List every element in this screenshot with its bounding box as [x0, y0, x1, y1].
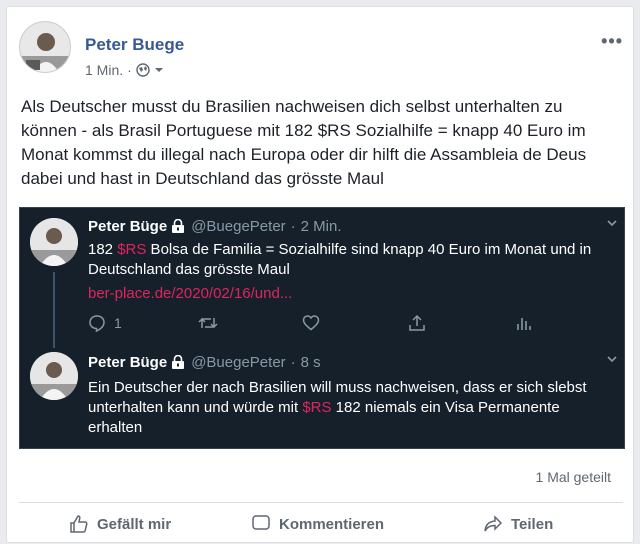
- globe-icon[interactable]: [136, 63, 150, 77]
- tweet-1[interactable]: Peter Büge @BuegePeter · 2 Min. 182 $RS …: [20, 214, 624, 344]
- meta-separator: ·: [127, 62, 132, 78]
- audience-chevron-down-icon[interactable]: [154, 65, 164, 75]
- like-label: Gefällt mir: [97, 515, 172, 533]
- post-text: Als Deutscher musst du Brasilien nachwei…: [21, 97, 587, 188]
- like-button[interactable]: [302, 314, 320, 332]
- share-icon: [409, 314, 425, 331]
- tweet-author-name[interactable]: Peter Büge: [88, 354, 167, 371]
- thumbs-up-icon: [70, 515, 88, 533]
- embedded-tweet-thread[interactable]: Peter Büge @BuegePeter · 2 Min. 182 $RS …: [19, 207, 625, 449]
- share-post-button[interactable]: Teilen: [483, 514, 553, 534]
- reply-icon: [89, 315, 105, 332]
- tweet-text: 182 $RS Bolsa de Familia = Sozialhilfe s…: [88, 240, 616, 280]
- tweet-author-name[interactable]: Peter Büge: [88, 218, 167, 235]
- tweet-separator: ·: [290, 218, 296, 235]
- tweet-header: Peter Büge @BuegePeter · 8 s: [88, 354, 321, 371]
- currency-highlight[interactable]: $RS: [117, 241, 146, 258]
- post-time[interactable]: 1 Min.: [85, 62, 123, 78]
- tweet-handle[interactable]: @BuegePeter: [191, 354, 285, 371]
- heart-icon: [302, 315, 320, 331]
- retweet-button[interactable]: [198, 314, 218, 332]
- comment-button[interactable]: Kommentieren: [251, 514, 384, 534]
- tweet-text-end: Bolsa de Familia = Sozialhilfe sind knap…: [88, 241, 592, 278]
- tweet-chevron-down-icon[interactable]: [606, 352, 618, 368]
- tweet-avatar[interactable]: [30, 218, 78, 266]
- tweet-time[interactable]: 2 Min.: [301, 218, 342, 235]
- avatar[interactable]: [19, 21, 71, 73]
- divider: [19, 502, 623, 503]
- retweet-icon: [198, 317, 218, 329]
- lock-icon: [172, 219, 185, 233]
- tweet-separator: ·: [290, 354, 296, 371]
- currency-highlight[interactable]: $RS: [302, 399, 331, 416]
- tweet-text-start: 182: [88, 241, 118, 258]
- reply-count: 1: [114, 315, 122, 331]
- tweet-chevron-down-icon[interactable]: [606, 216, 618, 232]
- tweet-avatar[interactable]: [30, 352, 78, 400]
- lock-icon: [172, 355, 185, 369]
- tweet-link[interactable]: ber-place.de/2020/02/16/und...: [88, 285, 292, 302]
- avatar-photo-icon: [30, 218, 78, 266]
- post-meta: 1 Min. ·: [85, 62, 164, 78]
- tweet-header: Peter Büge @BuegePeter · 2 Min.: [88, 218, 342, 235]
- avatar-photo-icon: [20, 22, 70, 72]
- tweet-link-line: ber-place.de/2020/02/16/und...: [88, 284, 616, 304]
- share-count[interactable]: 1 Mal geteilt: [536, 469, 611, 485]
- share-tweet-button[interactable]: [408, 314, 426, 332]
- share-arrow-icon: [484, 515, 503, 532]
- like-post-button[interactable]: Gefällt mir: [69, 514, 171, 534]
- author-name[interactable]: Peter Buege: [85, 35, 184, 55]
- avatar-photo-icon: [30, 352, 78, 400]
- comment-icon: [252, 515, 270, 530]
- comment-label: Kommentieren: [279, 515, 385, 533]
- tweet-time[interactable]: 8 s: [301, 354, 321, 371]
- tweet-2[interactable]: Peter Büge @BuegePeter · 8 s Ein Deutsch…: [20, 348, 624, 448]
- post-card: Peter Buege 1 Min. · ••• Als Deutscher m…: [6, 6, 634, 543]
- analytics-button[interactable]: [516, 314, 532, 332]
- tweet-handle[interactable]: @BuegePeter: [191, 218, 285, 235]
- tweet-text: Ein Deutscher der nach Brasilien will mu…: [88, 378, 616, 438]
- analytics-icon: [517, 318, 531, 330]
- reply-button[interactable]: 1: [88, 314, 122, 332]
- post-header: Peter Buege 1 Min. · •••: [19, 21, 623, 81]
- more-options-button[interactable]: •••: [601, 31, 623, 52]
- share-label: Teilen: [511, 515, 554, 533]
- post-action-bar: Gefällt mir Kommentieren Teilen: [19, 512, 623, 544]
- tweet-actions: 1: [88, 314, 558, 334]
